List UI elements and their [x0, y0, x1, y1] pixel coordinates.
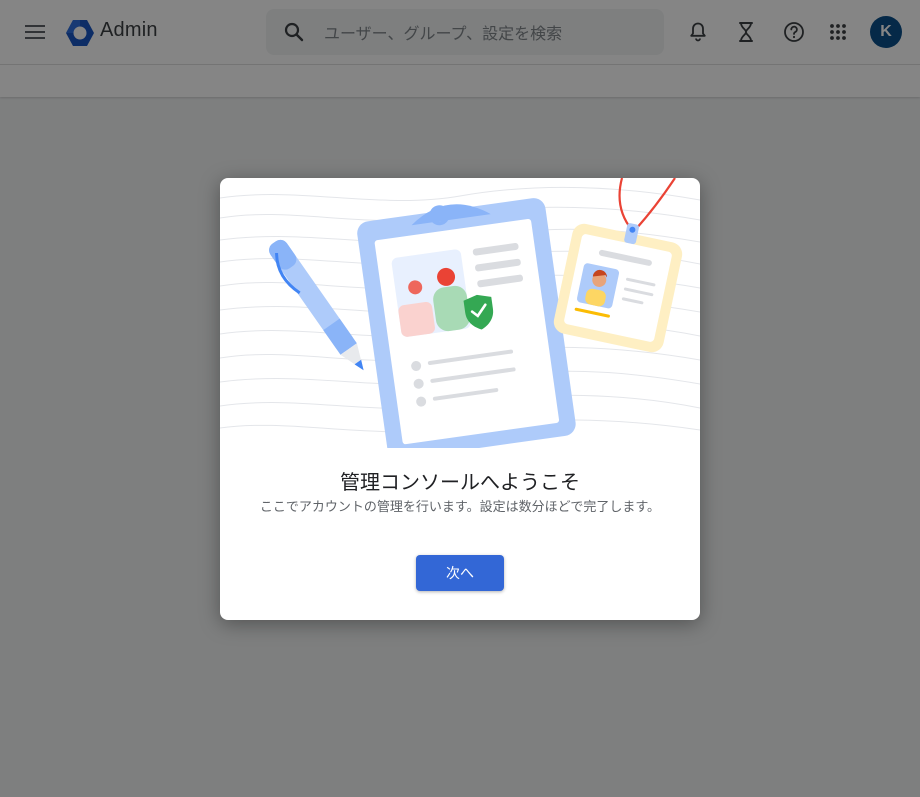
dialog-title: 管理コンソールへようこそ — [340, 470, 580, 494]
next-button[interactable]: 次へ — [416, 555, 504, 591]
welcome-illustration — [220, 178, 700, 448]
clipboard-graphic — [357, 198, 576, 448]
id-badge-graphic — [553, 223, 683, 353]
welcome-dialog: 管理コンソールへようこそ ここでアカウントの管理を行います。設定は数分ほどで完了… — [220, 178, 700, 620]
dialog-description: ここでアカウントの管理を行います。設定は数分ほどで完了します。 — [259, 500, 661, 515]
